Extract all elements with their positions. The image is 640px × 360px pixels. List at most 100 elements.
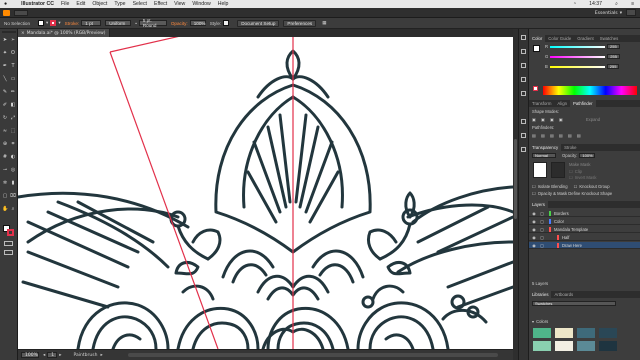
free-transform-tool-icon[interactable]: ⬚ [10, 128, 16, 134]
direct-selection-tool-icon[interactable]: ➢ [10, 37, 16, 43]
vertical-scroll-thumb[interactable] [514, 139, 517, 219]
panel-icon[interactable] [521, 35, 526, 40]
checkbox[interactable]: ☐ [574, 184, 578, 189]
search-stock-input[interactable] [626, 9, 636, 16]
b-value-field[interactable]: 255 [606, 64, 620, 69]
panel-icon[interactable] [521, 91, 526, 96]
unite-icon[interactable]: ▣ [532, 117, 536, 122]
horizontal-scrollbar[interactable] [128, 353, 498, 357]
shape-builder-tool-icon[interactable]: ⊕ [2, 141, 8, 147]
layer-name[interactable]: Draw Here [562, 243, 582, 248]
lock-toggle-icon[interactable]: ▢ [539, 211, 545, 216]
tab-color[interactable]: Color [529, 35, 546, 42]
layer-row[interactable]: ◉ ▢ Draw Here [529, 242, 640, 249]
layer-row[interactable]: ◉ ▢ Color [529, 218, 640, 225]
library-color-swatch[interactable] [599, 328, 617, 338]
pen-tool-icon[interactable]: ✒ [2, 63, 8, 69]
tab-transparency[interactable]: Transparency [529, 144, 562, 151]
none-swatch[interactable] [533, 86, 538, 91]
artboard-tool-icon[interactable]: ▢ [2, 193, 8, 199]
opacity-field[interactable]: 100% [579, 153, 596, 158]
arrange-documents-icon[interactable]: ▦ [322, 20, 326, 26]
color-spectrum[interactable] [543, 86, 637, 95]
lasso-tool-icon[interactable]: ʘ [10, 50, 16, 56]
checkbox[interactable]: ☐ [532, 184, 536, 189]
draw-mode-icon[interactable] [4, 241, 13, 246]
merge-icon[interactable]: ▤ [550, 133, 554, 138]
intersect-icon[interactable]: ▣ [550, 117, 554, 122]
scale-tool-icon[interactable]: ⤢ [10, 115, 16, 121]
b-slider[interactable] [549, 65, 605, 68]
zoom-tool-icon[interactable]: ⌕ [10, 206, 16, 212]
tab-align[interactable]: Align [554, 100, 570, 107]
mesh-tool-icon[interactable]: # [2, 154, 8, 160]
library-color-swatch[interactable] [533, 328, 551, 338]
library-color-swatch[interactable] [577, 341, 595, 351]
tab-libraries[interactable]: Libraries [529, 291, 552, 298]
tab-layers[interactable]: Layers [529, 201, 548, 208]
line-tool-icon[interactable]: ╲ [2, 76, 8, 82]
library-color-swatch[interactable] [555, 341, 573, 351]
layer-name[interactable]: Color [554, 219, 564, 224]
r-slider[interactable] [550, 45, 606, 48]
magic-wand-tool-icon[interactable]: ✦ [2, 50, 8, 56]
rotate-tool-icon[interactable]: ↻ [2, 115, 8, 121]
menu-edit[interactable]: Edit [76, 1, 85, 7]
menu-file[interactable]: File [61, 1, 69, 7]
screen-mode-icon[interactable] [4, 250, 13, 255]
panel-icon[interactable] [521, 77, 526, 82]
checkbox[interactable]: ☐ [532, 191, 536, 196]
graphic-style-swatch[interactable] [223, 20, 230, 26]
layer-row[interactable]: ◉ ▢ Mandala Template [529, 226, 640, 233]
chevron-right-icon[interactable]: ▸ [100, 353, 102, 358]
eyedropper-tool-icon[interactable]: ⊸ [2, 167, 8, 173]
stroke-weight-field[interactable]: 1 pt [81, 20, 102, 26]
document-setup-button[interactable]: Document Setup [237, 19, 280, 27]
menu-effect[interactable]: Effect [154, 1, 167, 7]
type-tool-icon[interactable]: T [10, 63, 16, 69]
panel-icon[interactable] [521, 49, 526, 54]
r-value-field[interactable]: 255 [607, 44, 620, 49]
wifi-icon[interactable]: ◔ [573, 1, 576, 8]
document-tab[interactable]: × Mandala.ai* @ 100% (RGB/Preview) [18, 29, 110, 37]
tab-gradient[interactable]: Gradient [574, 35, 596, 42]
make-mask-button[interactable]: Make Mask [569, 162, 590, 167]
current-tool-status[interactable]: Paintbrush [74, 353, 98, 358]
layer-row[interactable]: ◉ ▢ Borders [529, 210, 640, 217]
lock-toggle-icon[interactable]: ▢ [539, 219, 545, 224]
close-tab-icon[interactable]: × [21, 31, 25, 36]
stroke-color-box[interactable] [7, 229, 14, 236]
tab-transform[interactable]: Transform [529, 100, 554, 107]
rectangle-tool-icon[interactable]: ▭ [10, 76, 16, 82]
checkbox[interactable]: ☐ [569, 169, 573, 174]
stroke-label[interactable]: Stroke: [65, 21, 80, 26]
artboard-canvas[interactable] [18, 37, 513, 349]
eraser-tool-icon[interactable]: ◧ [10, 102, 16, 108]
column-graph-tool-icon[interactable]: ▮ [10, 180, 16, 186]
layer-name[interactable]: Half [562, 235, 569, 240]
tab-swatches[interactable]: Swatches [597, 35, 622, 42]
blend-mode-select[interactable]: Normal [532, 153, 556, 158]
g-value-field[interactable]: 255 [607, 54, 620, 59]
menu-view[interactable]: View [174, 1, 185, 7]
slice-tool-icon[interactable]: ⌧ [10, 193, 16, 199]
visibility-eye-icon[interactable]: ◉ [531, 227, 537, 232]
blend-tool-icon[interactable]: ◎ [10, 167, 16, 173]
visibility-eye-icon[interactable]: ◉ [531, 235, 537, 240]
layer-name[interactable]: Mandala Template [554, 227, 588, 232]
perspective-grid-tool-icon[interactable]: ⌗ [10, 141, 16, 147]
library-color-swatch[interactable] [599, 341, 617, 351]
menu-object[interactable]: Object [92, 1, 107, 7]
width-tool-icon[interactable]: ≈ [2, 128, 8, 134]
visibility-eye-icon[interactable]: ◉ [531, 243, 537, 248]
panel-icon[interactable] [521, 133, 526, 138]
tab-stroke[interactable]: Stroke [561, 144, 579, 151]
blob-brush-tool-icon[interactable]: ✐ [2, 102, 8, 108]
library-color-swatch[interactable] [533, 341, 551, 351]
tab-color-guide[interactable]: Color Guide [545, 35, 574, 42]
tab-artboards[interactable]: Artboards [551, 291, 576, 298]
opacity-field[interactable]: 100% [189, 20, 206, 26]
next-artboard-icon[interactable]: ▸ [59, 353, 61, 358]
menu-type[interactable]: Type [114, 1, 125, 7]
fill-swatch[interactable] [38, 20, 45, 26]
